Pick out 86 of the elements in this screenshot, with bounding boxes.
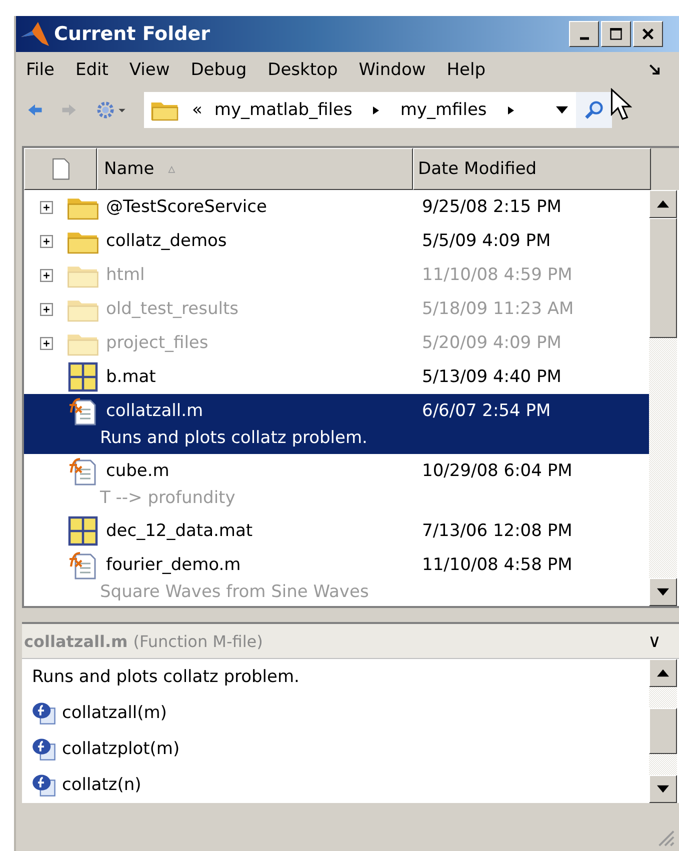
file-name: dec_12_data.mat bbox=[105, 521, 254, 541]
date-modified: 6/6/07 2:54 PM bbox=[422, 401, 551, 421]
maximize-button[interactable] bbox=[601, 21, 631, 47]
expand-toggle-icon[interactable] bbox=[40, 200, 52, 214]
date-modified: 7/13/06 12:08 PM bbox=[422, 521, 572, 541]
function-icon bbox=[32, 773, 56, 797]
breadcrumb-item[interactable]: my_matlab_files bbox=[214, 100, 352, 120]
file-row[interactable]: collatz_demos 5/5/09 4:09 PM bbox=[24, 224, 649, 258]
file-name: collatzall.m bbox=[105, 401, 204, 421]
file-name: @TestScoreService bbox=[105, 197, 268, 217]
file-name: fourier_demo.m bbox=[105, 555, 242, 575]
file-description: Square Waves from Sine Waves bbox=[100, 582, 369, 602]
date-modified: 5/20/09 4:09 PM bbox=[422, 333, 562, 353]
file-name: html bbox=[105, 265, 146, 285]
scroll-down-icon[interactable] bbox=[657, 588, 669, 596]
expand-toggle-icon[interactable] bbox=[40, 268, 52, 282]
search-icon bbox=[583, 99, 605, 121]
file-description: Runs and plots collatz problem. bbox=[100, 428, 368, 448]
breadcrumb-arrow-icon[interactable] bbox=[506, 104, 515, 116]
column-header[interactable]: Date Modified bbox=[413, 148, 651, 190]
minimize-button[interactable] bbox=[569, 21, 599, 47]
breadcrumb-item[interactable]: my_mfiles bbox=[400, 100, 487, 120]
collapse-button[interactable]: ∨ bbox=[648, 630, 661, 652]
mouse-pointer-icon bbox=[610, 88, 632, 122]
scroll-down-icon[interactable] bbox=[657, 785, 669, 793]
menu-item[interactable]: File bbox=[26, 60, 54, 80]
file-row[interactable]: collatzall.m 6/6/07 2:54 PM Runs and plots collatz problem. bbox=[24, 394, 649, 454]
scrollbar[interactable] bbox=[649, 190, 677, 606]
scrollbar[interactable] bbox=[649, 659, 677, 803]
menu-item[interactable]: Window bbox=[358, 60, 426, 80]
overflow-chevron[interactable]: « bbox=[192, 100, 202, 120]
expand-toggle-icon[interactable] bbox=[40, 302, 52, 316]
function-file-icon bbox=[68, 456, 98, 486]
details-description: Runs and plots collatz problem. bbox=[32, 666, 300, 689]
maximize-icon bbox=[609, 27, 623, 41]
file-description: T --> profundity bbox=[100, 488, 236, 508]
column-header[interactable]: Name ▵ bbox=[97, 148, 413, 190]
close-button[interactable] bbox=[633, 21, 663, 47]
function-file-icon bbox=[68, 396, 98, 426]
grid-icon bbox=[68, 362, 98, 392]
date-modified: 9/25/08 2:15 PM bbox=[422, 197, 562, 217]
file-row[interactable]: b.mat 5/13/09 4:40 PM bbox=[24, 360, 649, 394]
date-modified: 5/5/09 4:09 PM bbox=[422, 231, 551, 251]
file-name: cube.m bbox=[105, 461, 170, 481]
function-file-icon bbox=[68, 550, 98, 580]
column-header[interactable] bbox=[24, 148, 97, 190]
close-icon bbox=[641, 27, 655, 41]
minimize-icon bbox=[580, 37, 588, 40]
address-field[interactable]: « my_matlab_files my_mfiles bbox=[144, 92, 576, 128]
date-modified: 5/13/09 4:40 PM bbox=[422, 367, 562, 387]
function-link[interactable]: collatzall(m) bbox=[62, 703, 167, 723]
expand-toggle-icon[interactable] bbox=[40, 234, 52, 248]
dropdown-arrow-icon[interactable] bbox=[556, 106, 568, 114]
menu-item[interactable]: View bbox=[129, 60, 170, 80]
menu-item[interactable]: Help bbox=[446, 60, 486, 80]
function-icon bbox=[32, 737, 56, 761]
function-link[interactable]: collatz(n) bbox=[62, 775, 142, 795]
file-row[interactable]: dec_12_data.mat 7/13/06 12:08 PM bbox=[24, 514, 649, 548]
expand-toggle-icon[interactable] bbox=[40, 336, 52, 350]
details-title: collatzall.m (Function M-file) bbox=[23, 632, 264, 650]
date-modified: 5/18/09 11:23 AM bbox=[422, 299, 574, 319]
sort-indicator: ▵ bbox=[168, 161, 176, 177]
file-row[interactable]: @TestScoreService 9/25/08 2:15 PM bbox=[24, 190, 649, 224]
function-icon bbox=[32, 701, 56, 725]
peak-logo-icon bbox=[20, 21, 50, 47]
file-row[interactable]: cube.m 10/29/08 6:04 PM T --> profundity bbox=[24, 454, 649, 514]
file-name: collatz_demos bbox=[105, 231, 228, 251]
scroll-up-icon[interactable] bbox=[657, 200, 669, 208]
search-button[interactable] bbox=[576, 92, 612, 128]
undock-arrow-icon[interactable] bbox=[649, 64, 661, 76]
breadcrumb-arrow-icon[interactable] bbox=[372, 104, 380, 116]
grid-icon bbox=[68, 516, 98, 546]
menu-item[interactable]: Debug bbox=[190, 60, 247, 80]
date-modified: 11/10/08 4:59 PM bbox=[422, 265, 572, 285]
function-link[interactable]: collatzplot(m) bbox=[62, 739, 180, 759]
window-title: Current Folder bbox=[54, 23, 211, 45]
menu-item[interactable]: Edit bbox=[75, 60, 108, 80]
menu-item[interactable]: Desktop bbox=[268, 60, 338, 80]
date-modified: 10/29/08 6:04 PM bbox=[422, 461, 572, 481]
file-name: old_test_results bbox=[105, 299, 240, 319]
scroll-up-icon[interactable] bbox=[657, 669, 669, 677]
date-modified: 11/10/08 4:58 PM bbox=[422, 555, 572, 575]
file-name: project_files bbox=[105, 333, 210, 353]
file-name: b.mat bbox=[105, 367, 157, 387]
document-icon bbox=[52, 157, 70, 181]
file-row[interactable]: fourier_demo.m 11/10/08 4:58 PM Square Waves from Sine Waves bbox=[24, 548, 649, 608]
